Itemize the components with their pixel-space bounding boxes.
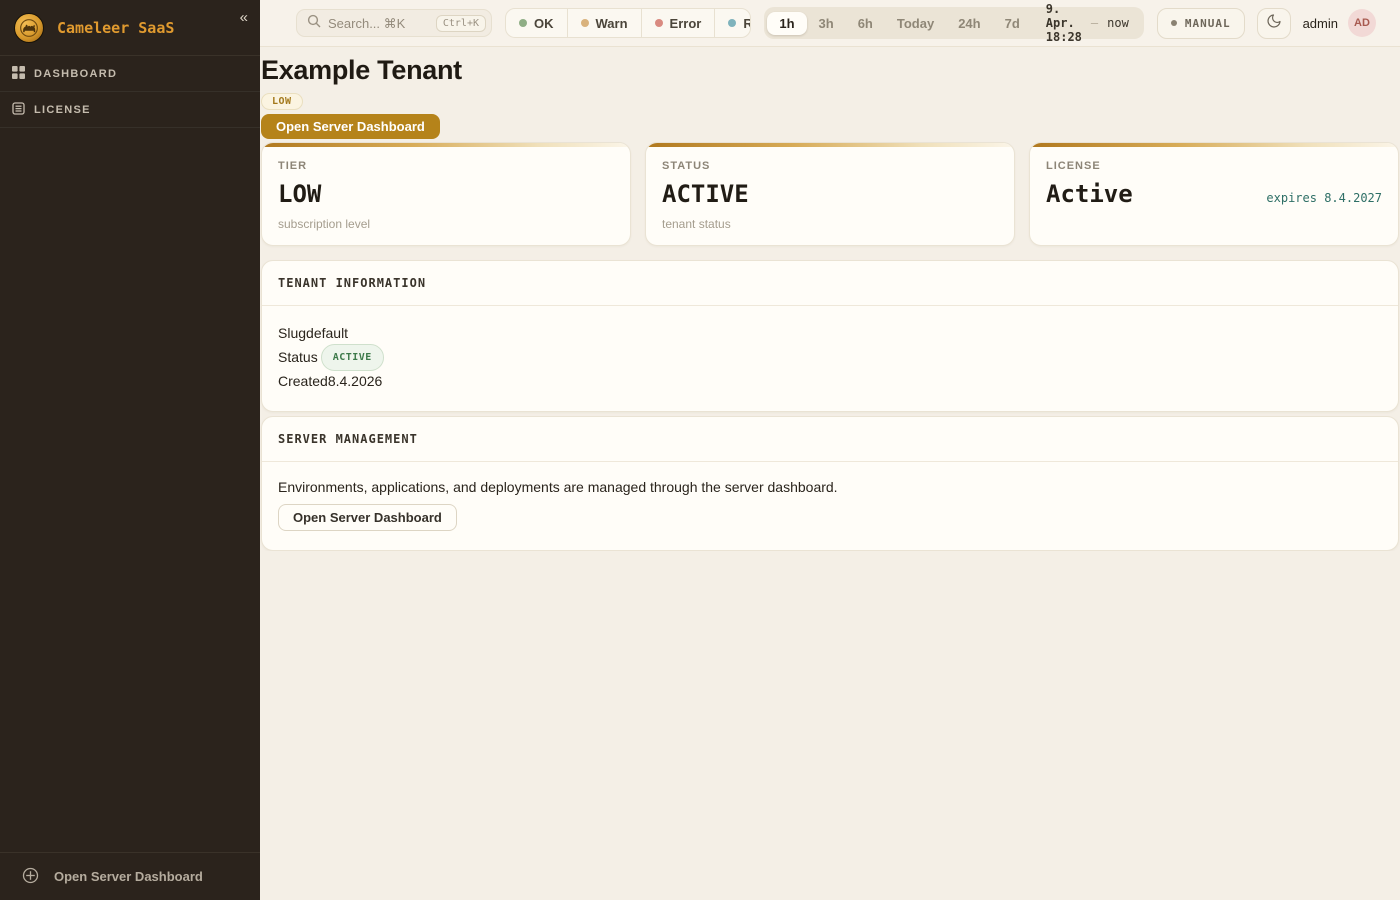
info-label: Created <box>278 371 328 392</box>
stat-label: LICENSE <box>1046 160 1382 172</box>
range-separator: — <box>1091 16 1098 30</box>
running-status-dot <box>728 19 736 27</box>
time-range-1h[interactable]: 1h <box>767 12 806 35</box>
stat-label: STATUS <box>662 160 998 172</box>
stat-value: LOW <box>278 180 321 208</box>
stat-card-license: LICENSE Active expires 8.4.2027 <box>1029 142 1399 246</box>
tenant-info-row-status: StatusACTIVE <box>278 344 1382 371</box>
stat-label: TIER <box>278 160 614 172</box>
stat-subtext: subscription level <box>278 217 614 231</box>
search-input[interactable] <box>328 16 429 31</box>
stat-value: Active <box>1046 180 1133 208</box>
page-title: Example Tenant <box>261 55 1399 86</box>
tier-badge: LOW <box>261 93 303 110</box>
filter-running[interactable]: Running <box>715 9 751 37</box>
sidebar: Cameleer SaaS « DASHBOARD LICENSE Open S… <box>0 0 260 900</box>
manual-mode-label: MANUAL <box>1185 17 1231 30</box>
dashboard-grid-icon <box>12 66 25 82</box>
search-shortcut-chip: Ctrl+K <box>436 15 486 32</box>
ok-status-dot <box>519 19 527 27</box>
filter-label: Running <box>743 16 751 31</box>
info-value: 8.4.2026 <box>328 371 383 392</box>
time-range-today[interactable]: Today <box>885 12 946 35</box>
filter-label: OK <box>534 16 554 31</box>
info-value: default <box>306 323 348 344</box>
license-document-icon <box>12 102 25 118</box>
sidebar-open-server-dashboard[interactable]: Open Server Dashboard <box>0 852 260 900</box>
filter-label: Warn <box>596 16 628 31</box>
sidebar-item-dashboard[interactable]: DASHBOARD <box>0 56 260 92</box>
avatar[interactable]: AD <box>1348 9 1376 37</box>
info-label: Status <box>278 347 318 368</box>
info-label: Slug <box>278 323 306 344</box>
warn-status-dot <box>581 19 589 27</box>
user-name: admin <box>1303 16 1338 31</box>
open-server-dashboard-secondary-button[interactable]: Open Server Dashboard <box>278 504 457 531</box>
time-range-6h[interactable]: 6h <box>846 12 885 35</box>
tenant-info-row-created: Created8.4.2026 <box>278 371 1382 392</box>
time-range-display: 9. Apr. 18:28 — now <box>1032 2 1141 44</box>
globe-plus-icon <box>22 867 39 887</box>
error-status-dot <box>655 19 663 27</box>
time-range-3h[interactable]: 3h <box>807 12 846 35</box>
topbar: Ctrl+K OK Warn Error Running <box>260 0 1400 47</box>
filter-label: Error <box>670 16 702 31</box>
sidebar-item-label: LICENSE <box>34 104 91 116</box>
filter-error[interactable]: Error <box>642 9 716 37</box>
time-range-24h[interactable]: 24h <box>946 12 992 35</box>
sidebar-header: Cameleer SaaS « <box>0 0 260 56</box>
app-window: Cameleer SaaS « DASHBOARD LICENSE Open S… <box>0 0 1400 900</box>
main-area: Ctrl+K OK Warn Error Running <box>260 0 1400 900</box>
search-icon <box>307 14 321 33</box>
active-status-badge: ACTIVE <box>321 344 384 371</box>
moon-icon <box>1266 13 1282 34</box>
sidebar-footer-label: Open Server Dashboard <box>54 869 203 884</box>
stat-card-grid: TIER LOW subscription level STATUS ACTIV… <box>261 142 1399 246</box>
section-title: TENANT INFORMATION <box>262 261 1398 306</box>
stat-card-tier: TIER LOW subscription level <box>261 142 631 246</box>
time-range-7d[interactable]: 7d <box>993 12 1032 35</box>
stat-value: ACTIVE <box>662 180 749 208</box>
manual-mode-button[interactable]: MANUAL <box>1157 8 1245 39</box>
sidebar-collapse-icon[interactable]: « <box>240 10 248 25</box>
range-end-time: now <box>1107 16 1129 30</box>
stat-card-status: STATUS ACTIVE tenant status <box>645 142 1015 246</box>
filter-ok[interactable]: OK <box>506 9 568 37</box>
tenant-information-card: TENANT INFORMATION Slugdefault StatusACT… <box>261 260 1399 412</box>
server-management-card: SERVER MANAGEMENT Environments, applicat… <box>261 416 1399 551</box>
section-title: SERVER MANAGEMENT <box>262 417 1398 462</box>
status-filter-group: OK Warn Error Running <box>505 8 751 38</box>
license-expiry: expires 8.4.2027 <box>1266 191 1382 205</box>
time-range-group: 1h 3h 6h Today 24h 7d 9. Apr. 18:28 — no… <box>764 7 1143 39</box>
open-server-dashboard-button[interactable]: Open Server Dashboard <box>261 114 440 139</box>
range-start-time: 9. Apr. 18:28 <box>1046 2 1082 44</box>
filter-warn[interactable]: Warn <box>568 9 642 37</box>
server-management-description: Environments, applications, and deployme… <box>278 479 1382 495</box>
tenant-info-row-slug: Slugdefault <box>278 323 1382 344</box>
user-menu[interactable]: admin AD <box>1303 9 1376 37</box>
brand-name: Cameleer SaaS <box>57 19 174 37</box>
stat-subtext: tenant status <box>662 217 998 231</box>
manual-mode-dot-icon <box>1171 20 1177 26</box>
search-box[interactable]: Ctrl+K <box>296 9 492 37</box>
brand-logo-camel-icon <box>14 13 44 43</box>
dark-mode-toggle[interactable] <box>1257 8 1291 39</box>
sidebar-item-label: DASHBOARD <box>34 68 117 80</box>
topbar-right-cluster: MANUAL admin AD <box>1157 8 1376 39</box>
sidebar-item-license[interactable]: LICENSE <box>0 92 260 128</box>
page-content: Example Tenant LOW Open Server Dashboard… <box>260 47 1400 551</box>
